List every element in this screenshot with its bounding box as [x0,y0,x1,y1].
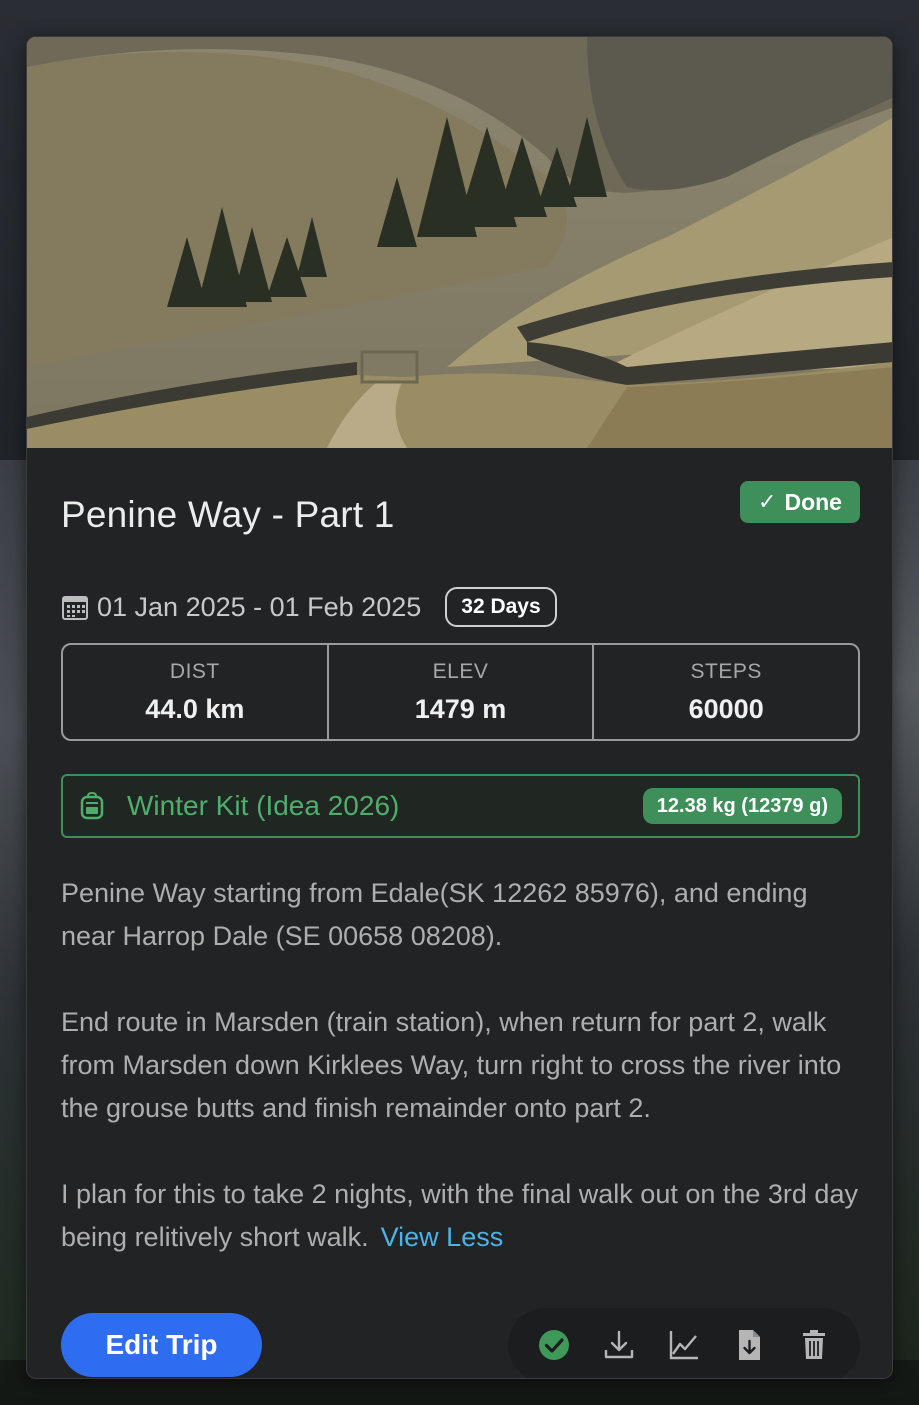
duration-badge: 32 Days [445,587,557,627]
description-paragraph: Penine Way starting from Edale(SK 12262 … [61,878,808,951]
kit-name: Winter Kit (Idea 2026) [127,790,400,821]
checkmark-icon: ✓ [758,489,777,514]
date-row: 01 Jan 2025 - 01 Feb 2025 32 Days [61,586,621,628]
status-badge: ✓ Done [740,481,860,523]
status-label: Done [784,488,842,515]
stat-label: DIST [169,659,220,683]
date-range: 01 Jan 2025 - 01 Feb 2025 [97,591,422,622]
action-toolbar [508,1308,860,1378]
stat-label: STEPS [690,659,762,683]
chart-icon [669,1331,698,1360]
backpack-icon [80,792,104,820]
trip-description: Penine Way starting from Edale(SK 12262 … [61,872,860,1259]
calendar-icon [62,596,88,620]
stat-steps: STEPS 60000 [592,645,858,739]
trip-photo [27,37,892,448]
description-paragraph: End route in Marsden (train station), wh… [61,1007,842,1123]
export-file-button[interactable] [729,1325,769,1365]
description-paragraph-last: I plan for this to take 2 nights, with t… [61,1173,860,1259]
view-less-link[interactable]: View Less [381,1222,504,1252]
mark-done-button[interactable] [534,1325,574,1365]
check-circle-icon [539,1330,570,1360]
stat-value: 44.0 km [145,693,245,724]
trip-card: Penine Way - Part 1 ✓ Done 01 Jan 2025 -… [26,36,893,1379]
trip-title: Penine Way - Part 1 [61,494,395,535]
stat-distance: DIST 44.0 km [63,645,327,739]
download-icon [604,1330,634,1359]
download-button[interactable] [599,1325,639,1365]
file-download-icon [738,1330,760,1360]
stats-panel: DIST 44.0 km ELEV 1479 m STEPS 60000 [61,643,860,741]
edit-trip-button[interactable]: Edit Trip [61,1313,262,1377]
delete-button[interactable] [794,1325,834,1365]
stat-label: ELEV [432,659,489,683]
stat-value: 1479 m [414,693,507,724]
gear-kit-link[interactable]: Winter Kit (Idea 2026) 12.38 kg (12379 g… [61,774,860,838]
kit-weight-badge: 12.38 kg (12379 g) [642,788,842,824]
stat-elevation: ELEV 1479 m [326,645,593,739]
stat-value: 60000 [688,693,764,724]
chart-button[interactable] [664,1325,704,1365]
trash-icon [802,1330,825,1359]
